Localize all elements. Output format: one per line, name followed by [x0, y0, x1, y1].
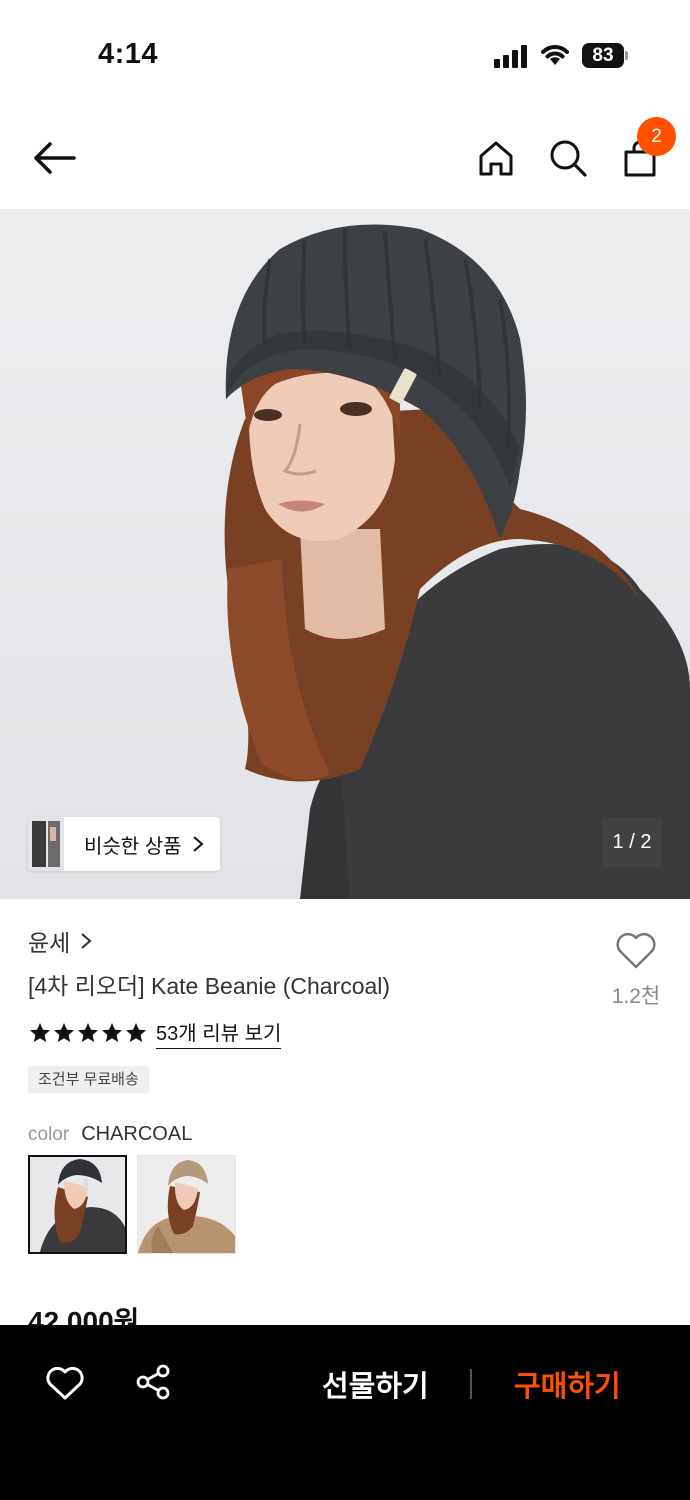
heart-icon[interactable]	[45, 1365, 85, 1401]
heart-outline-icon	[616, 932, 656, 969]
color-swatch-beige[interactable]	[137, 1155, 236, 1254]
color-value: CHARCOAL	[81, 1123, 193, 1145]
image-page-indicator: 1 / 2	[602, 817, 662, 867]
chevron-right-icon	[81, 933, 92, 949]
cart-count-badge: 2	[637, 117, 676, 156]
divider	[470, 1369, 472, 1399]
cellular-signal-icon	[494, 44, 530, 68]
shipping-badge: 조건부 무료배송	[28, 1066, 149, 1093]
home-icon[interactable]	[474, 136, 518, 180]
brand-link[interactable]: 윤세	[28, 924, 92, 958]
chevron-right-icon	[192, 836, 204, 852]
color-label: color	[28, 1124, 70, 1145]
product-photo	[224, 224, 690, 899]
brand-name: 윤세	[28, 930, 71, 956]
battery-icon: 83	[582, 43, 628, 68]
star-icon	[102, 1023, 122, 1042]
buy-button[interactable]: 구매하기	[514, 1363, 621, 1405]
battery-level: 83	[582, 43, 624, 68]
wifi-icon	[541, 45, 569, 65]
similar-products-button[interactable]: 비슷한 상품	[28, 817, 220, 871]
bottom-action-bar: 선물하기 구매하기	[0, 1325, 690, 1500]
similar-product-thumbnail	[28, 817, 64, 871]
rating-row: 53개 리뷰 보기	[28, 1017, 282, 1049]
star-icon	[126, 1023, 146, 1042]
wishlist-count: 1.2천	[611, 985, 661, 1008]
status-bar: 4:14 83	[0, 0, 690, 110]
wishlist-button[interactable]: 1.2천	[604, 930, 668, 1010]
color-swatch-charcoal[interactable]	[28, 1155, 127, 1254]
top-nav	[0, 110, 690, 210]
product-title: [4차 리오더] Kate Beanie (Charcoal)	[28, 973, 391, 999]
back-arrow-icon[interactable]	[30, 138, 78, 178]
star-icon	[78, 1023, 98, 1042]
star-icon	[30, 1023, 50, 1042]
share-icon[interactable]	[134, 1363, 172, 1401]
similar-products-label: 비슷한 상품	[84, 835, 182, 858]
star-rating	[28, 1021, 148, 1045]
gift-button[interactable]: 선물하기	[322, 1363, 429, 1405]
search-icon[interactable]	[546, 136, 590, 180]
color-option-row: color CHARCOAL	[28, 1123, 192, 1146]
status-time: 4:14	[98, 38, 159, 70]
star-icon	[54, 1023, 74, 1042]
reviews-link[interactable]: 53개 리뷰 보기	[156, 1017, 282, 1049]
product-image-carousel[interactable]: 비슷한 상품 1 / 2	[0, 209, 690, 899]
